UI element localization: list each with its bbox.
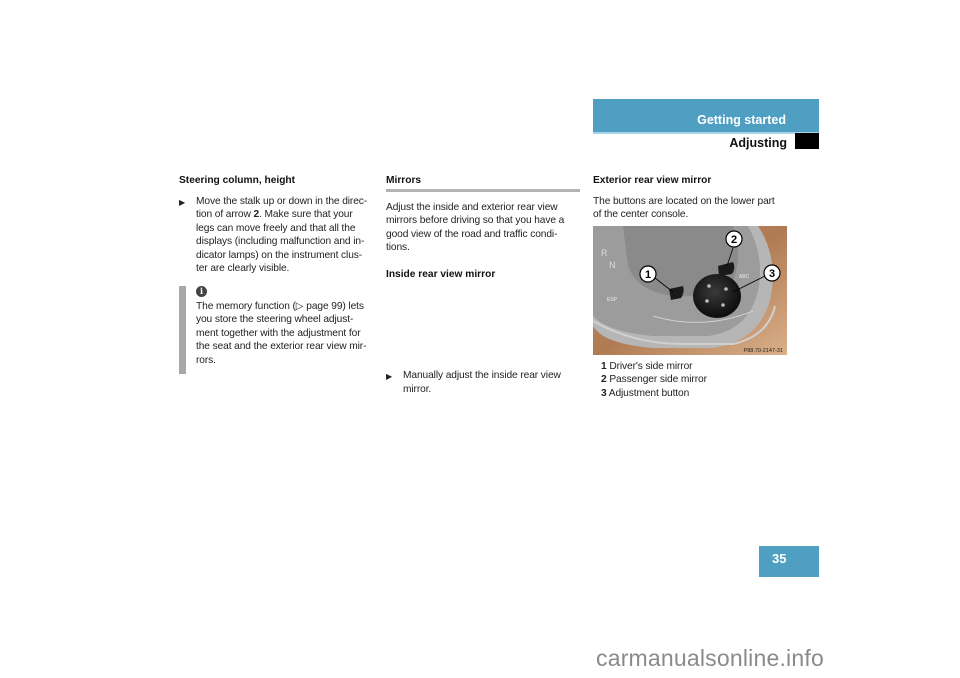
text-line: Adjust the inside and exterior rear view xyxy=(386,202,558,213)
text-line: Move the stalk up or down in the direc- xyxy=(196,196,368,207)
section-divider xyxy=(386,189,580,192)
section-title: Getting started xyxy=(697,113,786,127)
text-line: tions. xyxy=(386,242,410,254)
bullet-arrow-icon: ▶ xyxy=(179,198,186,207)
legend-number: 3 xyxy=(601,387,607,399)
steering-instruction: ▶ Move the stalk up or down in the direc… xyxy=(179,195,396,275)
text-line: of the center console. xyxy=(593,209,689,221)
legend-number: 2 xyxy=(601,374,607,386)
text-line: rors. xyxy=(196,354,216,366)
gear-label: R xyxy=(601,248,608,258)
legend-label: Driver's side mirror xyxy=(609,361,693,372)
text-line: The buttons are located on the lower par… xyxy=(593,196,775,207)
image-legend: 1 Driver's side mirror 2 Passenger side … xyxy=(601,360,791,400)
image-code: P88.70-2147-31 xyxy=(744,348,783,354)
text-line: The memory function (▷ page 99) lets xyxy=(196,301,364,312)
text-line: ment together with the adjustment for xyxy=(196,327,361,339)
adjustment-knob xyxy=(693,274,741,318)
text-fragment: . Make sure that your xyxy=(259,209,353,221)
section-header-bar: Getting started xyxy=(593,99,819,134)
legend-label: Adjustment button xyxy=(608,387,690,399)
callout-2: 2 xyxy=(725,230,743,248)
legend-item: 3 Adjustment button xyxy=(601,387,791,400)
text-line: the seat and the exterior rear view mir- xyxy=(196,341,367,353)
text-line: mirrors before driving so that you have … xyxy=(386,215,565,227)
exterior-mirror-heading: Exterior rear view mirror xyxy=(593,175,712,186)
steering-column-heading: Steering column, height xyxy=(179,175,296,186)
inside-mirror-heading: Inside rear view mirror xyxy=(386,269,496,280)
text-line: good view of the road and traffic condi- xyxy=(386,228,558,240)
text-line: displays (including malfunction and in- xyxy=(196,236,365,248)
esp-label: ESP xyxy=(607,297,618,303)
text-fragment: tion of arrow xyxy=(196,209,254,221)
callout-1: 1 xyxy=(639,265,657,283)
page-number: 35 xyxy=(772,551,787,566)
legend-number: 1 xyxy=(601,361,607,372)
watermark[interactable]: carmanualsonline.info xyxy=(596,645,824,672)
text-line: dicator lamps) on the instrument clus- xyxy=(196,249,363,261)
legend-item: 2 Passenger side mirror xyxy=(601,373,791,386)
bullet-arrow-icon: ▶ xyxy=(386,372,393,382)
legend-item: 1 Driver's side mirror xyxy=(601,360,791,373)
info-note: The memory function (▷ page 99) lets you… xyxy=(196,300,386,367)
chapter-marker xyxy=(795,133,819,149)
text-line: mirror. xyxy=(403,383,432,395)
text-line: legs can move freely and that all the xyxy=(196,222,356,234)
abc-label: ABC xyxy=(739,274,750,280)
text-line: tion of arrow 2. Make sure that your xyxy=(196,208,396,221)
callout-3: 3 xyxy=(763,264,781,282)
mirrors-intro: Adjust the inside and exterior rear view… xyxy=(386,201,586,255)
gear-label: N xyxy=(609,260,616,270)
text-line: ter are clearly visible. xyxy=(196,263,290,275)
inside-mirror-instruction: ▶ Manually adjust the inside rear view m… xyxy=(386,369,603,396)
page-number-box: 35 xyxy=(759,546,819,577)
svg-text:1: 1 xyxy=(645,269,651,281)
legend-label: Passenger side mirror xyxy=(609,374,707,386)
text-line: you store the steering wheel adjust- xyxy=(196,314,354,326)
text-line: Manually adjust the inside rear view xyxy=(403,370,561,382)
svg-text:2: 2 xyxy=(731,234,737,246)
chapter-title: Adjusting xyxy=(729,136,787,150)
info-note-bar xyxy=(179,286,186,374)
mirrors-heading: Mirrors xyxy=(386,175,422,186)
exterior-mirror-intro: The buttons are located on the lower par… xyxy=(593,195,793,222)
center-console-image: R N ESP ABC 1 2 3 P88.70-2147-31 xyxy=(593,226,787,355)
svg-text:3: 3 xyxy=(769,268,775,280)
info-icon: i xyxy=(196,286,207,297)
